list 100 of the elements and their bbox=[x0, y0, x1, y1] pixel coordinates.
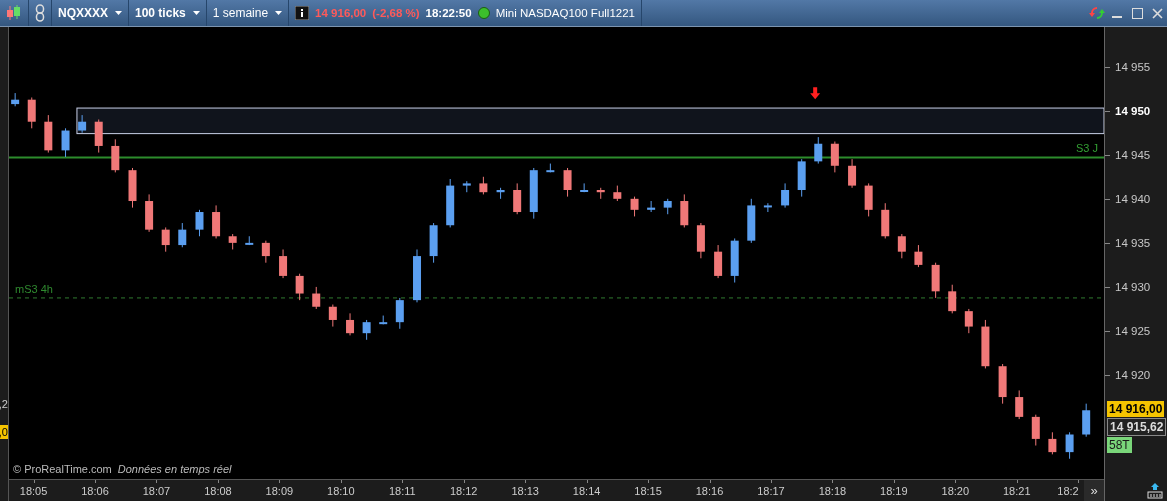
price-label: 14 935 bbox=[1115, 235, 1151, 250]
time-label: 18:10 bbox=[327, 485, 355, 497]
candle bbox=[446, 178, 455, 228]
candle bbox=[261, 240, 270, 264]
last-price: 14 916,00 bbox=[315, 7, 367, 19]
candle bbox=[228, 233, 237, 250]
price-label: 14 955 bbox=[1115, 59, 1151, 74]
candle bbox=[44, 114, 53, 154]
caret-icon bbox=[115, 11, 122, 15]
candle bbox=[128, 167, 137, 209]
time-label: 18:13 bbox=[511, 485, 539, 497]
candle bbox=[245, 235, 254, 246]
candle bbox=[78, 114, 87, 134]
candle bbox=[413, 249, 421, 303]
candle bbox=[429, 222, 438, 264]
candle bbox=[663, 198, 672, 215]
down-arrow-icon bbox=[810, 87, 821, 100]
candle bbox=[145, 193, 154, 233]
info-icon[interactable] bbox=[295, 6, 310, 20]
candle bbox=[496, 187, 505, 200]
time-label: 18:12 bbox=[449, 485, 478, 497]
candle bbox=[613, 185, 622, 202]
candle bbox=[1048, 431, 1057, 455]
price-label: 14 925 bbox=[1115, 323, 1151, 338]
candle bbox=[814, 136, 823, 165]
candle bbox=[546, 163, 555, 173]
copyright-text: © ProRealTime.com bbox=[13, 463, 112, 475]
time-label: 18:17 bbox=[757, 485, 785, 497]
candle bbox=[747, 198, 756, 244]
toolbar-dropdown[interactable]: 1 semaine bbox=[206, 0, 290, 26]
candle bbox=[881, 202, 890, 239]
price-tag: 58T bbox=[1107, 437, 1132, 454]
instrument-title: Mini NASDAQ100 Full1221 bbox=[495, 7, 635, 19]
candle bbox=[998, 363, 1007, 405]
caret-icon bbox=[275, 11, 283, 15]
price-label: 14 920 bbox=[1115, 368, 1151, 382]
candle bbox=[1065, 431, 1074, 460]
time-label: 18:05 bbox=[19, 485, 48, 497]
candle bbox=[830, 141, 839, 173]
candlestick-icon[interactable] bbox=[6, 4, 22, 22]
candle bbox=[11, 92, 20, 107]
candle bbox=[730, 237, 739, 283]
candle bbox=[395, 297, 404, 330]
caret-icon bbox=[192, 11, 200, 15]
candle bbox=[279, 249, 288, 279]
price-label: 14 945 bbox=[1115, 147, 1151, 162]
time-label: 18:15 bbox=[634, 485, 662, 497]
price-tag: 14 915,62 bbox=[1107, 418, 1167, 437]
candle bbox=[27, 97, 36, 129]
candle bbox=[379, 315, 388, 325]
candle bbox=[647, 200, 656, 213]
time-label: 18:06 bbox=[81, 485, 109, 497]
candle bbox=[848, 158, 857, 189]
candle bbox=[346, 312, 355, 336]
candle bbox=[897, 233, 906, 259]
price-change: (-2,68 %) bbox=[372, 7, 420, 19]
realtime-notice: Données en temps réel bbox=[117, 463, 232, 475]
candle bbox=[178, 222, 187, 248]
candle bbox=[981, 319, 990, 369]
edge-value: ,2 bbox=[0, 397, 8, 411]
candle bbox=[1015, 389, 1024, 420]
candle bbox=[161, 226, 170, 253]
time-label: 18:2 bbox=[1057, 485, 1079, 497]
candle bbox=[781, 182, 790, 209]
candle bbox=[931, 262, 940, 299]
link-icon[interactable] bbox=[35, 4, 45, 22]
level-label: mS3 4h bbox=[15, 282, 53, 295]
time-label: 18:20 bbox=[941, 485, 970, 497]
candle bbox=[111, 138, 120, 173]
candle bbox=[797, 158, 806, 198]
candle bbox=[212, 204, 221, 239]
candle bbox=[328, 304, 337, 328]
candle bbox=[462, 180, 471, 193]
toolbar-dropdown[interactable]: NQXXXX bbox=[52, 0, 129, 26]
candle bbox=[513, 182, 522, 215]
candle bbox=[195, 209, 204, 237]
candle bbox=[94, 119, 103, 154]
price-tag: 14 916,00 bbox=[1107, 401, 1165, 418]
toolbar-dropdown[interactable]: 100 ticks bbox=[129, 0, 207, 26]
candle bbox=[630, 196, 639, 217]
candle bbox=[1082, 403, 1091, 438]
time-label: 18:08 bbox=[204, 485, 232, 497]
price-label: 14 940 bbox=[1115, 191, 1151, 206]
scroll-right-button[interactable]: » bbox=[1084, 480, 1104, 501]
candle bbox=[1031, 414, 1040, 446]
candle bbox=[914, 244, 923, 268]
candle bbox=[714, 244, 723, 279]
clock-time: 18:22:50 bbox=[425, 7, 472, 19]
level-label: S3 J bbox=[1076, 142, 1098, 155]
candle bbox=[295, 273, 304, 301]
candle bbox=[529, 167, 538, 220]
edge-value: ,0 bbox=[0, 425, 8, 439]
time-label: 18:07 bbox=[142, 485, 171, 497]
price-label: 14 950 bbox=[1115, 103, 1151, 118]
candle bbox=[61, 127, 70, 158]
time-label: 18:11 bbox=[388, 485, 416, 497]
candle bbox=[964, 308, 973, 334]
candle bbox=[580, 182, 589, 193]
candle bbox=[362, 319, 371, 341]
upload-icon[interactable] bbox=[1147, 483, 1163, 499]
